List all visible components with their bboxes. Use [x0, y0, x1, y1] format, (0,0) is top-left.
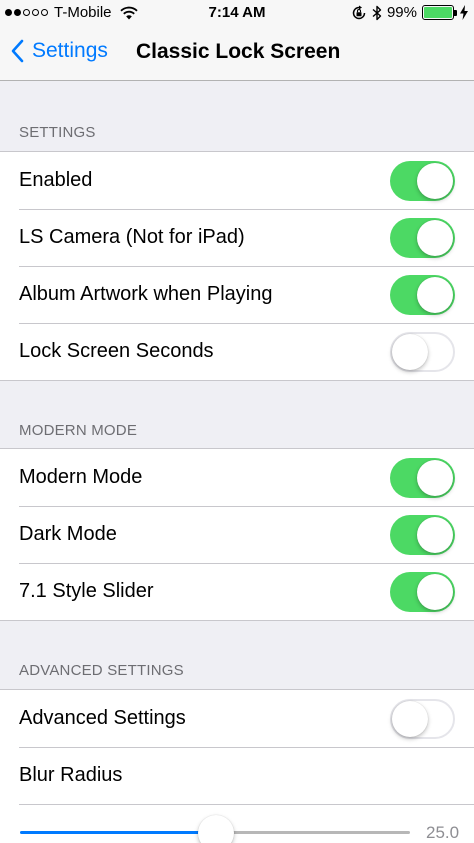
row-enabled: Enabled — [0, 152, 474, 209]
section-header-modern-mode: MODERN MODE — [19, 422, 138, 439]
toggle-knob — [392, 701, 428, 737]
row-modern-mode: Modern Mode — [0, 449, 474, 506]
row-label: Dark Mode — [19, 523, 117, 545]
toggle-knob — [392, 334, 428, 370]
row-label: Blur Radius — [19, 764, 123, 786]
battery-icon — [422, 5, 457, 20]
modern-mode-toggle[interactable] — [390, 458, 455, 498]
page-title: Classic Lock Screen — [136, 40, 341, 63]
slider-value: 25.0 — [426, 823, 460, 842]
orientation-lock-icon — [352, 5, 366, 19]
style-slider-toggle[interactable] — [390, 572, 455, 612]
row-label: Enabled — [19, 169, 93, 191]
advanced-settings-toggle[interactable] — [390, 699, 455, 739]
section-header-settings: SETTINGS — [19, 124, 96, 141]
blur-radius-slider-row: 25.0 — [0, 804, 474, 843]
dark-mode-toggle[interactable] — [390, 515, 455, 555]
row-style-slider: 7.1 Style Slider — [0, 563, 474, 620]
row-album-artwork: Album Artwork when Playing — [0, 266, 474, 323]
album-artwork-toggle[interactable] — [390, 275, 455, 315]
chevron-left-icon — [11, 39, 24, 63]
battery-cap — [454, 10, 457, 16]
row-label: LS Camera (Not for iPad) — [19, 226, 245, 248]
modern-mode-group: Modern Mode Dark Mode 7.1 Style Slider — [0, 448, 474, 621]
toggle-knob — [417, 277, 453, 313]
slider-track-filled — [20, 831, 216, 834]
row-advanced-settings: Advanced Settings — [0, 690, 474, 747]
charging-icon — [460, 5, 468, 20]
row-lock-screen-seconds: Lock Screen Seconds — [0, 323, 474, 380]
row-ls-camera: LS Camera (Not for iPad) — [0, 209, 474, 266]
battery-percent: 99% — [386, 4, 417, 21]
lock-screen-seconds-toggle[interactable] — [390, 332, 455, 372]
row-blur-radius: Blur Radius — [0, 747, 474, 804]
row-label: Advanced Settings — [19, 707, 186, 729]
status-right: 99% — [351, 4, 469, 21]
toggle-knob — [417, 574, 453, 610]
back-button[interactable]: Settings — [10, 39, 108, 63]
screen: T-Mobile 7:14 AM 99% Settings Classic Lo… — [0, 0, 474, 843]
navigation-bar: Settings Classic Lock Screen — [0, 26, 474, 81]
enabled-toggle[interactable] — [390, 161, 455, 201]
blur-radius-slider-thumb[interactable] — [198, 815, 234, 843]
row-label: Modern Mode — [19, 466, 143, 488]
bluetooth-icon — [372, 5, 382, 20]
advanced-settings-group: Advanced Settings Blur Radius 25.0 — [0, 689, 474, 843]
section-header-advanced-settings: ADVANCED SETTINGS — [19, 662, 184, 679]
toggle-knob — [417, 220, 453, 256]
row-label: Album Artwork when Playing — [19, 283, 273, 305]
toggle-knob — [417, 163, 453, 199]
row-label: 7.1 Style Slider — [19, 580, 154, 602]
back-button-label: Settings — [32, 39, 108, 62]
status-bar: T-Mobile 7:14 AM 99% — [0, 0, 474, 26]
toggle-knob — [417, 517, 453, 553]
ls-camera-toggle[interactable] — [390, 218, 455, 258]
row-dark-mode: Dark Mode — [0, 506, 474, 563]
row-label: Lock Screen Seconds — [19, 340, 214, 362]
settings-group: Enabled LS Camera (Not for iPad) Album A… — [0, 151, 474, 381]
toggle-knob — [417, 460, 453, 496]
battery-level-fill — [424, 7, 452, 18]
slider-track-empty — [216, 831, 410, 834]
